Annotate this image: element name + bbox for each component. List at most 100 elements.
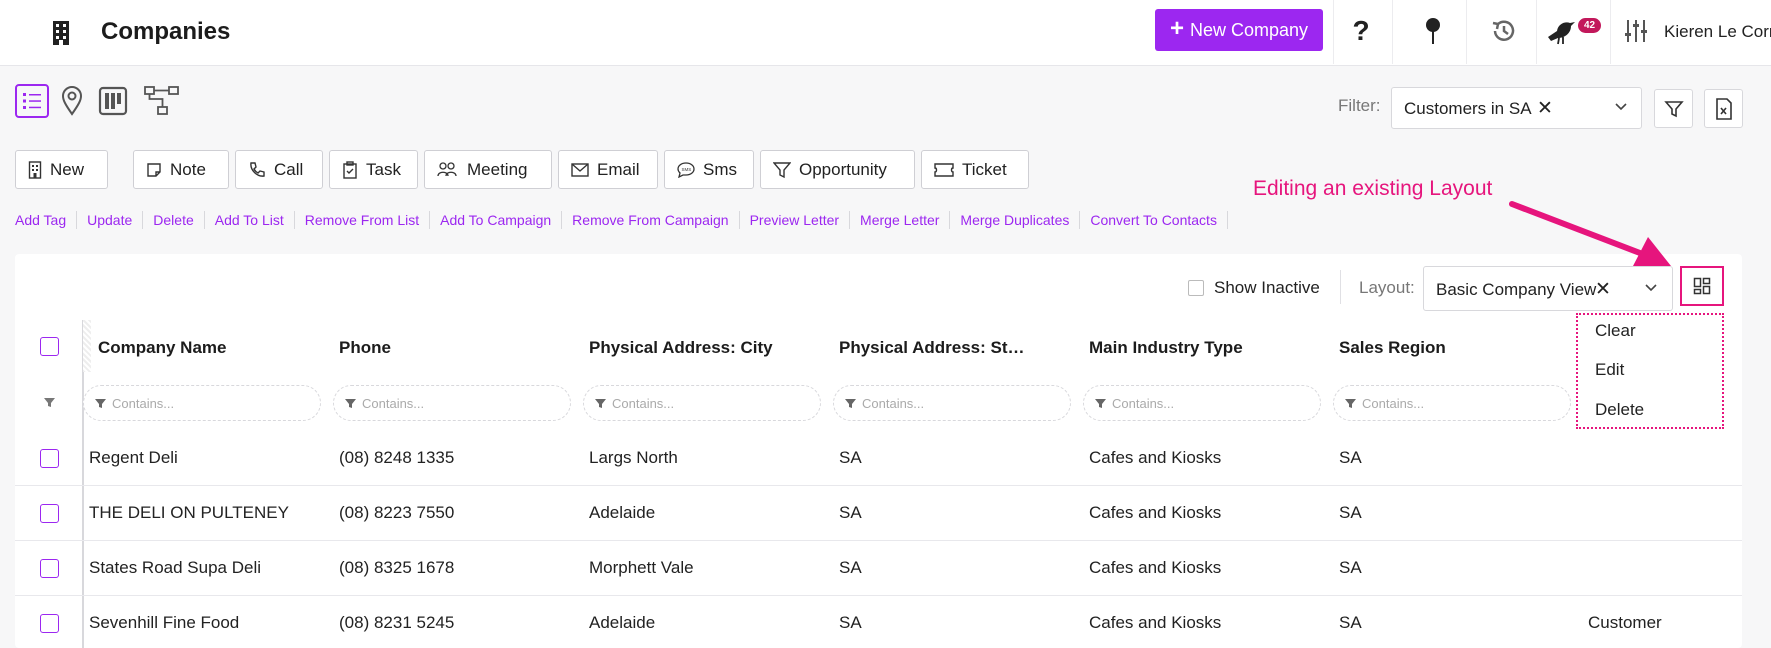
column-header-phone[interactable]: Phone xyxy=(339,338,391,358)
funnel-icon xyxy=(345,399,356,408)
crow-notification-icon[interactable] xyxy=(1544,14,1578,48)
map-view-icon[interactable] xyxy=(55,84,89,118)
filter-input-city[interactable]: Contains... xyxy=(583,385,821,421)
filter-select[interactable]: Customers in SA ✕ xyxy=(1391,87,1642,129)
cell-sales-region: SA xyxy=(1339,448,1362,467)
cell-phone: (08) 8248 1335 xyxy=(339,448,455,467)
remove-from-list-link[interactable]: Remove From List xyxy=(295,211,431,229)
export-excel-button[interactable] xyxy=(1704,89,1743,128)
layout-options-button[interactable] xyxy=(1680,266,1724,306)
user-name[interactable]: Kieren Le Corn xyxy=(1664,22,1771,42)
show-inactive-checkbox[interactable] xyxy=(1188,280,1204,296)
row-checkbox[interactable] xyxy=(40,504,59,523)
cell-company-name[interactable]: States Road Supa Deli xyxy=(89,558,261,578)
cell-company-name[interactable]: THE DELI ON PULTENEY xyxy=(89,503,289,523)
merge-duplicates-link[interactable]: Merge Duplicates xyxy=(950,211,1081,229)
filter-input-phone[interactable]: Contains... xyxy=(333,385,571,421)
column-header-state[interactable]: Physical Address: St… xyxy=(839,338,1025,358)
cell-company-name[interactable]: Regent Deli xyxy=(89,448,178,468)
call-button-label: Call xyxy=(274,159,304,179)
annotation-text: Editing an existing Layout xyxy=(1253,177,1493,200)
filter-placeholder: Contains... xyxy=(362,396,425,411)
column-header-city[interactable]: Physical Address: City xyxy=(589,338,773,358)
cell-city: Morphett Vale xyxy=(589,558,694,577)
clear-layout-icon[interactable]: ✕ xyxy=(1595,278,1611,301)
show-inactive-toggle[interactable]: Show Inactive xyxy=(1188,278,1320,298)
new-button[interactable]: New xyxy=(15,150,108,189)
cell-company-name[interactable]: Sevenhill Fine Food xyxy=(89,613,239,633)
table-row[interactable]: Regent Deli (08) 8248 1335 Largs North S… xyxy=(15,431,1742,486)
task-button[interactable]: Task xyxy=(329,150,418,189)
convert-to-contacts-link[interactable]: Convert To Contacts xyxy=(1080,211,1228,229)
list-view-icon[interactable] xyxy=(15,84,49,118)
building-icon xyxy=(28,160,42,179)
clear-filter-icon[interactable]: ✕ xyxy=(1537,97,1553,120)
header-divider xyxy=(1536,0,1537,64)
funnel-icon xyxy=(95,399,106,408)
row-checkbox[interactable] xyxy=(40,559,59,578)
filter-placeholder: Contains... xyxy=(112,396,175,411)
history-icon[interactable] xyxy=(1487,14,1521,48)
excel-file-icon xyxy=(1715,97,1732,120)
cell-phone: (08) 8325 1678 xyxy=(339,558,455,577)
column-header-sales-region[interactable]: Sales Region xyxy=(1339,338,1446,358)
add-to-list-link[interactable]: Add To List xyxy=(205,211,295,229)
resize-handle[interactable] xyxy=(83,320,91,372)
new-company-button[interactable]: + New Company xyxy=(1155,9,1323,51)
filter-input-company-name[interactable]: Contains... xyxy=(83,385,321,421)
layout-grid-icon xyxy=(1693,277,1711,295)
funnel-filter-button[interactable] xyxy=(1654,89,1693,128)
hierarchy-view-icon[interactable] xyxy=(142,84,182,118)
table-row[interactable]: THE DELI ON PULTENEY (08) 8223 7550 Adel… xyxy=(15,486,1742,541)
plus-icon: + xyxy=(1169,14,1184,42)
call-button[interactable]: Call xyxy=(235,150,323,189)
sms-bubble-icon: SMS xyxy=(677,161,695,178)
column-header-company-name[interactable]: Company Name xyxy=(98,338,226,358)
filter-placeholder: Contains... xyxy=(1112,396,1175,411)
table-row[interactable]: Sevenhill Fine Food (08) 8231 5245 Adela… xyxy=(15,596,1742,648)
show-inactive-label: Show Inactive xyxy=(1214,278,1320,297)
preview-letter-link[interactable]: Preview Letter xyxy=(740,211,851,229)
cell-state: SA xyxy=(839,448,862,467)
layout-menu-delete[interactable]: Delete xyxy=(1595,400,1644,420)
filter-input-sales-region[interactable]: Contains... xyxy=(1333,385,1571,421)
clipboard-check-icon xyxy=(343,160,357,179)
opportunity-button-label: Opportunity xyxy=(799,159,887,179)
layout-menu-edit[interactable]: Edit xyxy=(1595,360,1624,380)
table-row[interactable]: States Road Supa Deli (08) 8325 1678 Mor… xyxy=(15,541,1742,596)
column-header-industry[interactable]: Main Industry Type xyxy=(1089,338,1243,358)
note-button[interactable]: Note xyxy=(133,150,229,189)
cell-state: SA xyxy=(839,503,862,522)
delete-link[interactable]: Delete xyxy=(143,211,205,229)
envelope-icon xyxy=(571,162,589,177)
meeting-button[interactable]: Meeting xyxy=(424,150,552,189)
new-button-label: New xyxy=(50,159,85,179)
layout-select[interactable]: Basic Company View ✕ xyxy=(1423,266,1673,311)
meeting-icon xyxy=(437,161,457,176)
opportunity-button[interactable]: Opportunity xyxy=(760,150,915,189)
email-button[interactable]: Email xyxy=(558,150,658,189)
row-checkbox[interactable] xyxy=(40,449,59,468)
header-divider xyxy=(1610,0,1611,64)
ticket-icon xyxy=(934,162,954,177)
merge-letter-link[interactable]: Merge Letter xyxy=(850,211,951,229)
add-to-campaign-link[interactable]: Add To Campaign xyxy=(430,211,563,229)
layout-menu-clear[interactable]: Clear xyxy=(1595,321,1636,341)
pin-icon[interactable] xyxy=(1416,14,1450,48)
sliders-icon[interactable] xyxy=(1619,14,1653,48)
new-company-label: New Company xyxy=(1189,19,1309,40)
filter-input-industry[interactable]: Contains... xyxy=(1083,385,1321,421)
note-button-label: Note xyxy=(170,159,206,179)
row-checkbox[interactable] xyxy=(40,614,59,633)
add-tag-link[interactable]: Add Tag xyxy=(15,211,78,229)
ticket-button[interactable]: Ticket xyxy=(921,150,1029,189)
cell-sales-region: SA xyxy=(1339,613,1362,632)
update-link[interactable]: Update xyxy=(77,211,144,229)
toolbar-divider xyxy=(1340,270,1341,304)
select-all-checkbox[interactable] xyxy=(40,337,59,356)
sms-button[interactable]: SMS Sms xyxy=(664,150,754,189)
help-icon[interactable]: ? xyxy=(1344,14,1378,48)
kanban-view-icon[interactable] xyxy=(96,84,130,118)
filter-input-state[interactable]: Contains... xyxy=(833,385,1071,421)
remove-from-campaign-link[interactable]: Remove From Campaign xyxy=(562,211,740,229)
